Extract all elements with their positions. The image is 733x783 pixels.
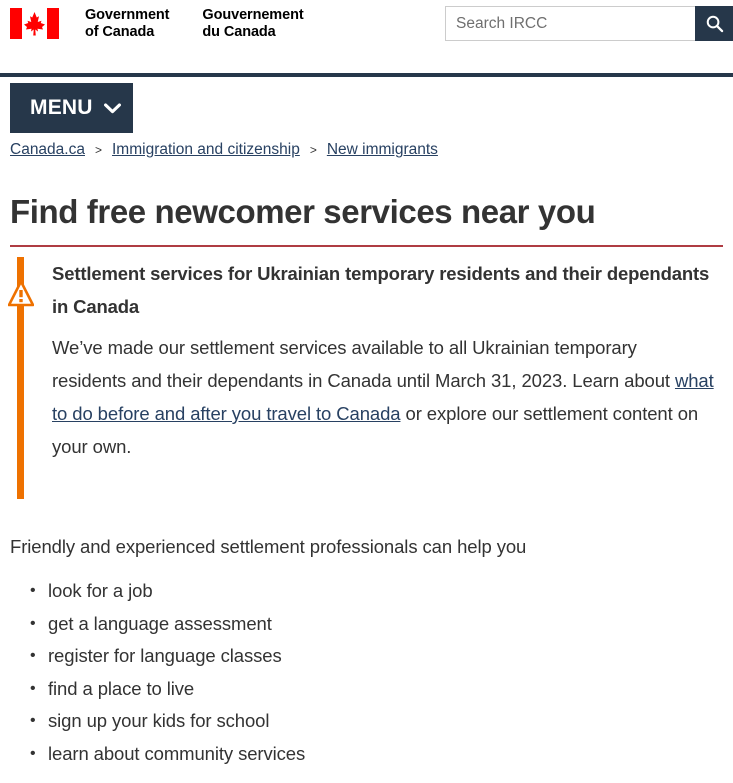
list-item: look for a job [30, 575, 733, 608]
alert-body-text-before: We’ve made our settlement services avail… [52, 337, 675, 391]
main-content: Friendly and experienced settlement prof… [0, 535, 733, 770]
list-item: find a place to live [30, 673, 733, 706]
help-services-list: look for a job get a language assessment… [0, 575, 733, 770]
search-icon [706, 15, 723, 33]
breadcrumb-item-new-immigrants[interactable]: New immigrants [327, 140, 438, 160]
title-underline-rule [10, 245, 723, 247]
breadcrumb: Canada.ca > Immigration and citizenship … [10, 140, 733, 170]
site-header: Government of Canada Gouvernement du Can… [0, 0, 733, 73]
page-title: Find free newcomer services near you [10, 193, 596, 230]
list-item: learn about community services [30, 738, 733, 771]
main-menu-bar: MENU [0, 77, 733, 140]
list-item: get a language assessment [30, 608, 733, 641]
menu-button[interactable]: MENU [10, 83, 133, 133]
brand-en-line2: of Canada [85, 24, 155, 40]
list-item: sign up your kids for school [30, 705, 733, 738]
breadcrumb-separator: > [309, 143, 317, 157]
site-search[interactable] [445, 6, 733, 41]
menu-button-label: MENU [30, 96, 93, 119]
intro-paragraph: Friendly and experienced settlement prof… [10, 536, 527, 557]
list-item: register for language classes [30, 640, 733, 673]
search-button[interactable] [695, 6, 733, 41]
brand-french: Gouvernement du Canada [202, 7, 303, 41]
chevron-down-icon [103, 102, 121, 114]
alert-body: We’ve made our settlement services avail… [52, 331, 715, 463]
brand-fr-line1: Gouvernement [202, 7, 304, 23]
brand-wordmark: Government of Canada Gouvernement du Can… [85, 7, 304, 41]
warning-triangle-icon [8, 280, 34, 307]
canada-flag-icon [10, 8, 59, 39]
brand-fr-line2: du Canada [202, 24, 276, 40]
breadcrumb-item-immigration-and-citizenship[interactable]: Immigration and citizenship [112, 140, 300, 160]
alert-title: Settlement services for Ukrainian tempor… [52, 263, 710, 317]
alert-callout: Settlement services for Ukrainian tempor… [0, 257, 733, 499]
breadcrumb-separator: > [94, 143, 102, 157]
breadcrumb-item-canada-ca[interactable]: Canada.ca [10, 140, 85, 160]
brand-english: Government of Canada [85, 7, 170, 41]
search-input[interactable] [445, 6, 695, 41]
government-of-canada-brand[interactable]: Government of Canada Gouvernement du Can… [10, 6, 304, 41]
brand-en-line1: Government [85, 7, 170, 23]
